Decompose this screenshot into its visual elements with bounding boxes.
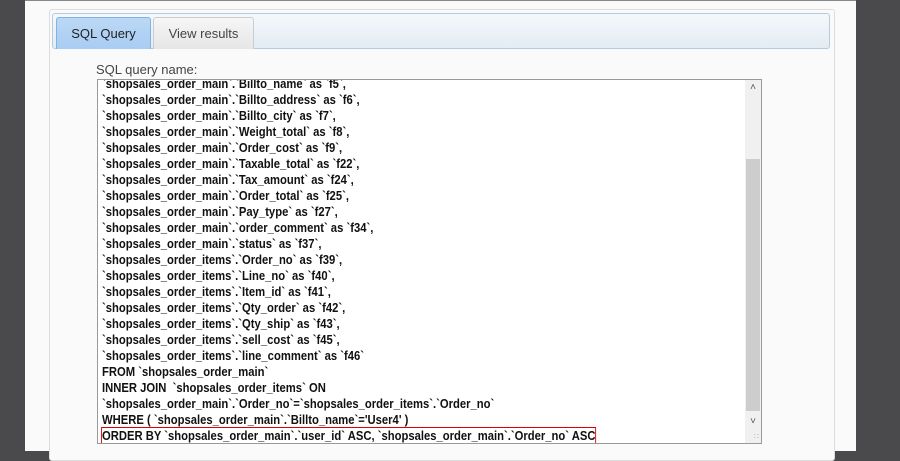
sql-line: FROM `shopsales_order_main`	[102, 365, 269, 379]
sql-text: `shopsales_order_main`.`Billto_name` as …	[101, 79, 597, 443]
sql-line: `shopsales_order_main`.`Billto_name` as …	[102, 79, 346, 91]
sql-line: `shopsales_order_main`.`Billto_address` …	[102, 93, 360, 107]
sql-line: `shopsales_order_items`.`Qty_order` as `…	[102, 301, 346, 315]
sql-line: `shopsales_order_main`.`Weight_total` as…	[102, 125, 350, 139]
sql-line: `shopsales_order_main`.`order_comment` a…	[102, 221, 374, 235]
sql-line: `shopsales_order_main`.`status` as `f37`…	[102, 237, 322, 251]
resize-grip-icon[interactable]: ∷	[754, 432, 759, 441]
page: SQL Query View results SQL query name: `…	[25, 0, 856, 461]
sql-line: `shopsales_order_main`.`Pay_type` as `f2…	[102, 205, 338, 219]
chevron-down-icon[interactable]: ˅	[745, 416, 761, 427]
tab-bar: SQL Query View results	[52, 13, 830, 49]
sql-line: `shopsales_order_main`.`Order_total` as …	[102, 189, 349, 203]
chevron-up-icon[interactable]: ˄	[745, 82, 761, 93]
query-panel: SQL Query View results SQL query name: `…	[49, 9, 835, 461]
scrollbar-thumb[interactable]	[746, 159, 760, 411]
sql-line: `shopsales_order_items`.`Item_id` as `f4…	[102, 285, 331, 299]
highlighted-order-by-line: ORDER BY `shopsales_order_main`.`user_id…	[101, 427, 597, 443]
scrollbar[interactable]: ˄ ˅	[745, 80, 761, 443]
tab-sql-query[interactable]: SQL Query	[56, 17, 151, 49]
sql-line: `shopsales_order_items`.`Order_no` as `f…	[102, 253, 343, 267]
sql-query-textarea[interactable]: `shopsales_order_main`.`Billto_name` as …	[97, 79, 762, 444]
sql-line: `shopsales_order_items`.`Qty_ship` as `f…	[102, 317, 340, 331]
sql-query-name-label: SQL query name:	[96, 62, 198, 77]
sql-line: `shopsales_order_items`.`line_comment` a…	[102, 349, 364, 363]
tab-view-results[interactable]: View results	[153, 17, 254, 49]
sql-line: WHERE ( `shopsales_order_main`.`Billto_n…	[102, 413, 409, 427]
sql-line: `shopsales_order_main`.`Billto_city` as …	[102, 109, 336, 123]
sql-line: `shopsales_order_main`.`Taxable_total` a…	[102, 157, 360, 171]
sql-line: `shopsales_order_main`.`Tax_amount` as `…	[102, 173, 354, 187]
sql-line: `shopsales_order_main`.`Order_no`=`shops…	[102, 397, 495, 411]
sql-line: INNER JOIN `shopsales_order_items` ON	[102, 381, 326, 395]
sql-line: `shopsales_order_main`.`Order_cost` as `…	[102, 141, 343, 155]
sql-line: `shopsales_order_items`.`Line_no` as `f4…	[102, 269, 335, 283]
sql-line: `shopsales_order_items`.`sell_cost` as `…	[102, 333, 340, 347]
